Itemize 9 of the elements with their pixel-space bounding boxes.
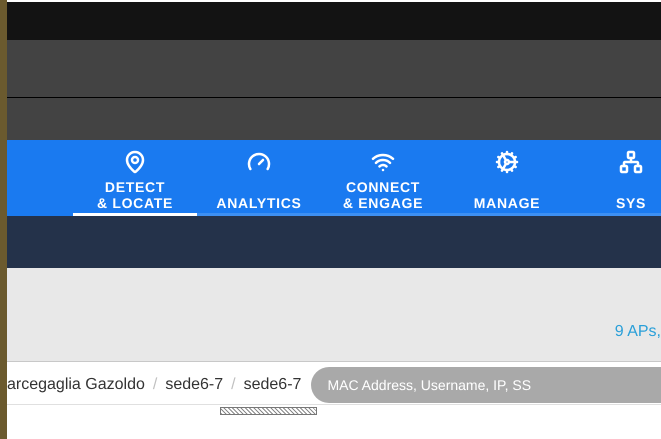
breadcrumb-item[interactable]: arcegaglia Gazoldo <box>7 373 145 397</box>
breadcrumb-separator: / <box>231 375 236 395</box>
map-pin-icon <box>123 150 147 174</box>
breadcrumb-item[interactable]: sede6-7 <box>165 373 224 397</box>
network-icon <box>619 150 643 174</box>
search-field[interactable]: MAC Address, Username, IP, SS <box>311 367 661 403</box>
breadcrumb-separator: / <box>152 375 158 395</box>
ap-count: 9 APs, <box>614 322 661 342</box>
breadcrumb-item[interactable]: sede6-7 <box>244 373 302 397</box>
